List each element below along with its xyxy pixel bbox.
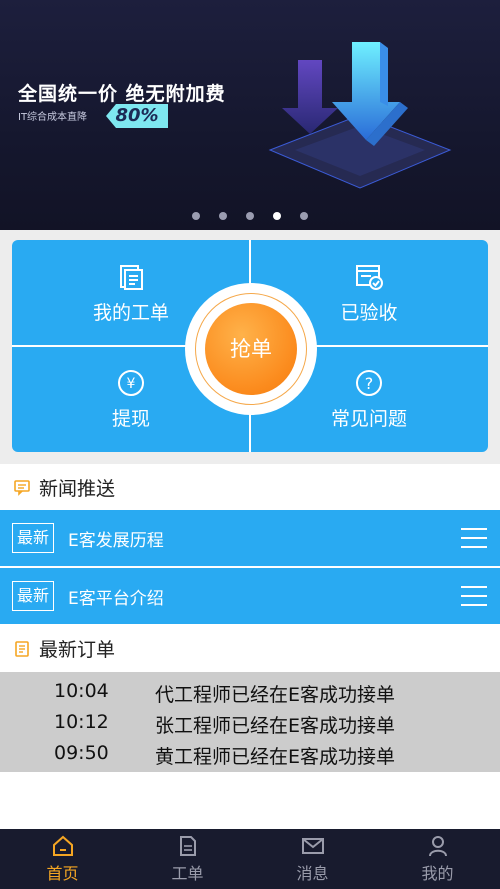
faq-label: 常见问题 <box>330 407 407 430</box>
carousel-dot[interactable] <box>246 212 254 220</box>
carousel-dot-active[interactable] <box>273 212 281 220</box>
content-spacer <box>0 772 500 829</box>
orders-section-title: 最新订单 <box>39 638 116 661</box>
document-list-icon <box>120 264 143 290</box>
news-section-title: 新闻推送 <box>39 477 116 500</box>
order-row: 10:12 张工程师已经在E客成功接单 <box>0 707 500 738</box>
order-time: 09:50 <box>54 742 109 764</box>
clipboard-icon <box>15 641 29 657</box>
tab-home[interactable]: 首页 <box>0 829 125 889</box>
order-row: 10:04 代工程师已经在E客成功接单 <box>0 676 500 707</box>
news-tag: 最新 <box>12 523 54 553</box>
carousel-dot[interactable] <box>300 212 308 220</box>
yuan-coin-icon: ¥ <box>118 369 144 396</box>
svg-text:¥: ¥ <box>127 376 136 392</box>
withdraw-label: 提现 <box>111 407 150 430</box>
message-icon <box>14 480 30 496</box>
carousel-indicator[interactable] <box>0 210 500 222</box>
user-icon <box>428 836 447 857</box>
order-text: 张工程师已经在E客成功接单 <box>155 715 396 737</box>
order-time: 10:12 <box>54 711 109 733</box>
tab-orders[interactable]: 工单 <box>125 829 250 889</box>
checked-document-icon <box>356 264 383 290</box>
banner-discount-badge: 80% <box>106 104 168 128</box>
question-icon: ? <box>356 369 382 396</box>
document-icon <box>179 836 196 856</box>
news-item[interactable]: 最新 E客发展历程 <box>0 510 500 566</box>
news-tag: 最新 <box>12 581 54 611</box>
tab-profile[interactable]: 我的 <box>375 829 500 889</box>
menu-icon[interactable] <box>461 586 487 606</box>
accepted-label: 已验收 <box>340 301 398 324</box>
svg-text:?: ? <box>365 374 374 393</box>
order-text: 黄工程师已经在E客成功接单 <box>155 746 396 768</box>
order-row: 09:50 黄工程师已经在E客成功接单 <box>0 738 500 769</box>
mail-icon <box>301 838 324 854</box>
news-title: E客发展历程 <box>68 530 164 551</box>
banner-headline: 全国统一价 绝无附加费 <box>18 83 226 105</box>
bottom-tab-bar: 首页 工单 消息 我的 <box>0 829 500 889</box>
promo-banner[interactable]: 全国统一价 绝无附加费 IT综合成本直降 80% <box>0 0 500 230</box>
tab-orders-label: 工单 <box>171 864 204 883</box>
orders-section-header: 最新订单 <box>0 624 500 672</box>
order-text: 代工程师已经在E客成功接单 <box>155 684 396 706</box>
carousel-dot[interactable] <box>219 212 227 220</box>
tab-home-label: 首页 <box>46 864 79 883</box>
latest-orders-list: 10:04 代工程师已经在E客成功接单 10:12 张工程师已经在E客成功接单 … <box>0 672 500 772</box>
banner-subline: IT综合成本直降 <box>18 112 88 123</box>
carousel-dot[interactable] <box>192 212 200 220</box>
home-icon <box>52 835 73 856</box>
grab-order-button[interactable]: 抢单 <box>205 303 297 395</box>
tab-profile-label: 我的 <box>421 864 454 883</box>
download-illustration-icon <box>268 42 452 189</box>
news-item[interactable]: 最新 E客平台介绍 <box>0 568 500 624</box>
menu-icon[interactable] <box>461 528 487 548</box>
tab-messages[interactable]: 消息 <box>250 829 375 889</box>
news-section-header: 新闻推送 <box>0 464 500 510</box>
order-time: 10:04 <box>54 680 109 702</box>
news-title: E客平台介绍 <box>68 588 164 609</box>
my-orders-label: 我的工单 <box>92 301 169 324</box>
tab-messages-label: 消息 <box>296 864 329 883</box>
